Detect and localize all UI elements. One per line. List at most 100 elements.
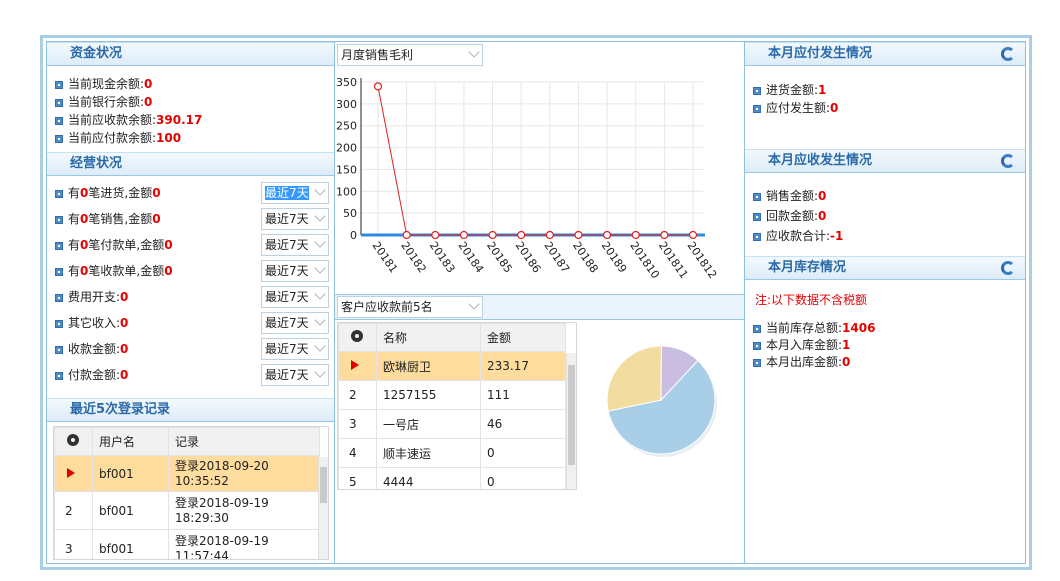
dashboard-frame: 资金状况 当前现金余额:0 当前银行余额:0 当前应收款余额:390.17 当前…: [40, 35, 1032, 570]
period-select[interactable]: 最近7天: [261, 312, 329, 334]
operations-item: 有0笔收款单,金额0: [55, 263, 173, 279]
cell-amount: 111: [480, 380, 566, 410]
bullet-icon: [55, 81, 63, 89]
x-tick-label: 20186: [513, 239, 544, 275]
x-tick-label: 20184: [455, 239, 486, 275]
customers-scrollbar[interactable]: [566, 353, 576, 489]
bullet-icon: [753, 193, 761, 201]
cell-name: 4444: [376, 467, 481, 489]
period-select[interactable]: 最近7天: [261, 234, 329, 256]
table-row[interactable]: 4 顺丰速运 0: [338, 438, 566, 468]
cell-amount: 233.17: [480, 351, 566, 381]
table-row[interactable]: bf001 登录2018-09-20 10:35:52: [54, 455, 320, 492]
data-point: [688, 230, 698, 240]
y-tick-label: 0: [350, 229, 357, 242]
gear-icon[interactable]: [351, 330, 363, 342]
data-point: [488, 230, 497, 240]
grid-settings[interactable]: [338, 323, 377, 352]
sales-line-chart: 0501001502002503003502018120182201832018…: [336, 76, 719, 281]
row-index: 4: [338, 438, 377, 468]
scrollbar-thumb[interactable]: [568, 365, 575, 465]
table-row[interactable]: 欧琳厨卫 233.17: [338, 351, 566, 381]
x-tick-label: 20187: [541, 239, 572, 275]
customer-bar: 客户应收款前5名: [335, 294, 744, 320]
period-select[interactable]: 最近7天: [261, 260, 329, 282]
chevron-down-icon: [314, 236, 326, 248]
right-column: 本月应付发生情况 进货金额:1 应付发生额:0 本月应收发生情况 销售金额:0 …: [745, 42, 1025, 563]
row-index: 3: [338, 409, 377, 439]
x-tick-label: 20189: [599, 239, 630, 275]
y-tick-label: 350: [336, 76, 357, 89]
cell-name: 一号店: [376, 409, 481, 439]
data-point: [459, 230, 469, 240]
customers-pie-chart: [606, 345, 717, 457]
funds-item: 当前现金余额:0: [55, 76, 152, 92]
column-header-record[interactable]: 记录: [168, 427, 320, 456]
dashboard-inner: 资金状况 当前现金余额:0 当前银行余额:0 当前应收款余额:390.17 当前…: [46, 41, 1026, 564]
pie-slice[interactable]: [606, 345, 663, 412]
refresh-icon[interactable]: [1001, 47, 1015, 61]
row-indicator: [338, 351, 377, 381]
logins-scrollbar[interactable]: [318, 457, 328, 559]
receivables-title: 本月应收发生情况: [745, 149, 1025, 173]
table-row[interactable]: 3 一号店 46: [338, 409, 566, 439]
refresh-icon[interactable]: [1001, 154, 1015, 168]
receivables-item: 应收款合计:-1: [753, 228, 843, 244]
bullet-icon: [55, 242, 63, 250]
grid-settings[interactable]: [54, 427, 93, 456]
chevron-down-icon: [314, 288, 326, 300]
bullet-icon: [55, 372, 63, 380]
table-row[interactable]: 5 4444 0: [338, 467, 566, 489]
scrollbar-thumb[interactable]: [320, 467, 327, 503]
inventory-item: 当前库存总额:1406: [753, 320, 875, 336]
current-row-arrow-icon: [351, 360, 359, 370]
y-tick-label: 100: [336, 185, 357, 198]
inventory-item: 本月入库金额:1: [753, 337, 850, 353]
x-tick-label: 20181: [370, 239, 401, 275]
period-select[interactable]: 最近7天: [261, 182, 329, 204]
period-select[interactable]: 最近7天: [261, 338, 329, 360]
bullet-icon: [753, 325, 761, 333]
column-header-amount[interactable]: 金额: [480, 323, 566, 352]
x-tick-label: 20188: [570, 239, 601, 275]
column-header-name[interactable]: 名称: [376, 323, 481, 352]
customer-select[interactable]: 客户应收款前5名: [337, 296, 483, 318]
period-select[interactable]: 最近7天: [261, 364, 329, 386]
operations-item: 有0笔进货,金额0: [55, 185, 161, 201]
period-select[interactable]: 最近7天: [261, 286, 329, 308]
chevron-down-icon: [314, 184, 326, 196]
receivables-item: 回款金额:0: [753, 208, 826, 224]
gear-icon[interactable]: [67, 434, 79, 446]
operations-title: 经营状况: [47, 152, 334, 176]
table-row[interactable]: 2 bf001 登录2018-09-19 18:29:30: [54, 491, 320, 530]
operations-item: 有0笔销售,金额0: [55, 211, 161, 227]
chevron-down-icon: [314, 210, 326, 222]
funds-item: 当前银行余额:0: [55, 94, 152, 110]
refresh-icon[interactable]: [1001, 261, 1015, 275]
column-header-user[interactable]: 用户名: [92, 427, 169, 456]
row-indicator: [54, 455, 93, 492]
table-row[interactable]: 3 bf001 登录2018-09-19 11:57:44: [54, 529, 320, 559]
current-row-arrow-icon: [67, 467, 75, 478]
row-index: 3: [54, 529, 93, 559]
funds-item: 当前应收款余额:390.17: [55, 112, 202, 128]
cell-name: 欧琳厨卫: [376, 351, 481, 381]
y-tick-label: 150: [336, 163, 357, 176]
x-tick-label: 20185: [484, 239, 515, 275]
period-select[interactable]: 最近7天: [261, 208, 329, 230]
inventory-note: 注:以下数据不含税额: [755, 293, 868, 307]
bullet-icon: [55, 346, 63, 354]
payables-item: 应付发生额:0: [753, 100, 838, 116]
cell-record: 登录2018-09-19 18:29:30: [168, 491, 320, 530]
cell-amount: 46: [480, 409, 566, 439]
row-index: 2: [54, 491, 93, 530]
bullet-icon: [753, 87, 761, 95]
receivables-item: 销售金额:0: [753, 188, 826, 204]
cell-amount: 0: [480, 438, 566, 468]
row-index: 2: [338, 380, 377, 410]
chart-type-select[interactable]: 月度销售毛利: [337, 44, 483, 66]
data-point: [602, 230, 612, 240]
chevron-down-icon: [468, 46, 480, 58]
funds-title: 资金状况: [47, 42, 334, 66]
table-row[interactable]: 2 1257155 111: [338, 380, 566, 410]
